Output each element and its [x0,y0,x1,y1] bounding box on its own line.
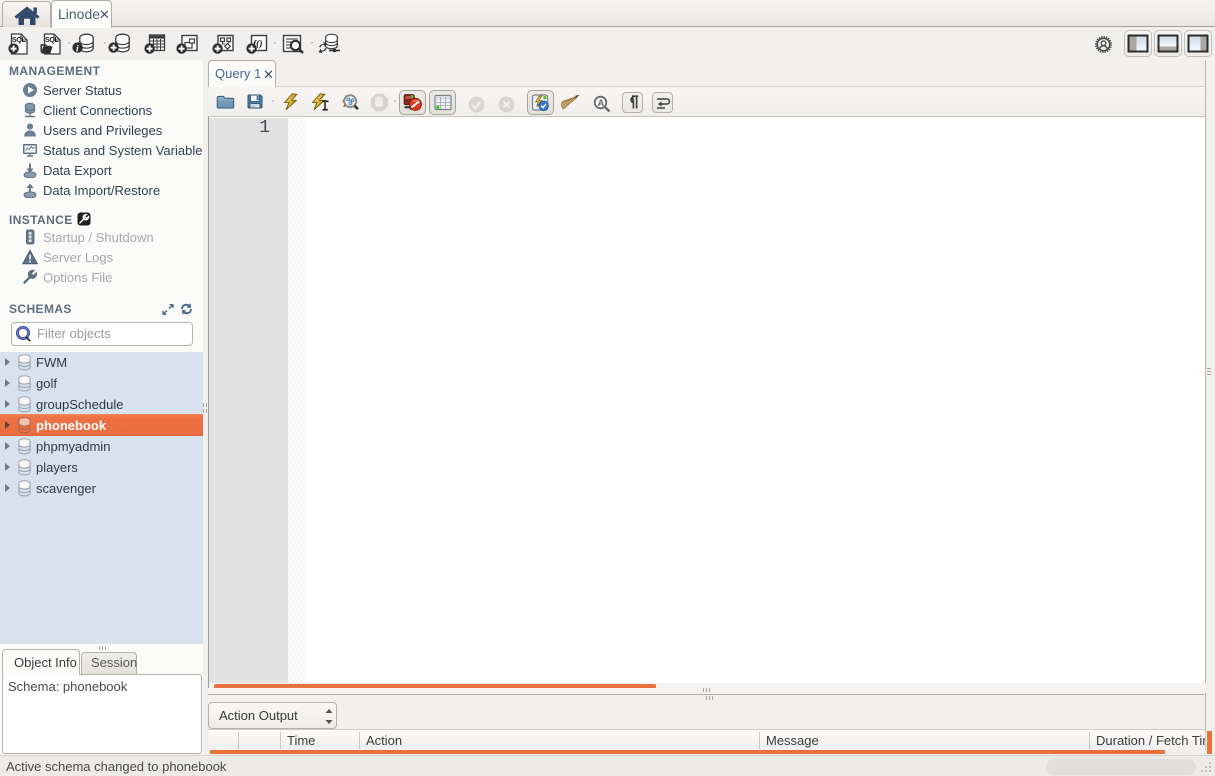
svg-text:i: i [76,44,79,54]
svg-text:SQL: SQL [12,37,27,44]
svg-text:A: A [598,98,605,108]
svg-text:SQL: SQL [45,37,60,44]
